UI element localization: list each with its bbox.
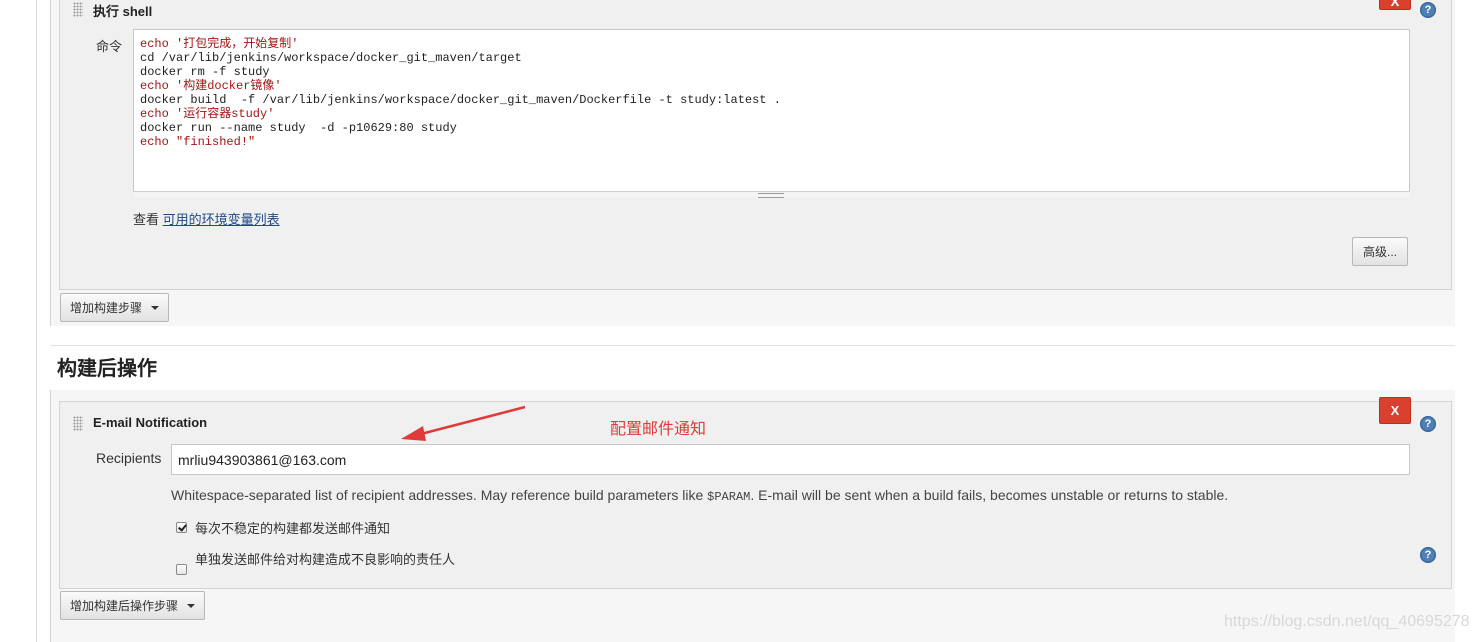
env-vars-hint: 查看 可用的环境变量列表 (133, 209, 280, 228)
help-icon-glyph: ? (1424, 4, 1432, 16)
page-gutter-line (36, 0, 37, 642)
post-build-heading: 构建后操作 (57, 358, 157, 380)
recipients-value: mrliu943903861@163.com (178, 451, 347, 468)
env-vars-prefix: 查看 (133, 212, 163, 227)
drag-handle-icon[interactable] (73, 416, 83, 431)
recipients-label: Recipients (96, 450, 162, 466)
build-section-border (50, 0, 51, 326)
command-label: 命令 (96, 39, 123, 54)
checkbox-help-glyph: ? (1424, 549, 1432, 561)
send-individuals-checkbox[interactable] (176, 564, 187, 575)
recipients-hint: Whitespace-separated list of recipient a… (171, 487, 1228, 504)
recipients-input[interactable]: mrliu943903861@163.com (171, 444, 1410, 475)
command-textarea[interactable]: echo '打包完成，开始复制' cd /var/lib/jenkins/work… (133, 29, 1410, 197)
watermark: https://blog.csdn.net/qq_40695278 (1224, 613, 1470, 630)
chevron-down-icon (151, 305, 159, 310)
delete-step-label: X (1390, 0, 1400, 9)
add-build-step-label: 增加构建步骤 (69, 301, 142, 315)
command-line: echo "finished!" (140, 135, 256, 149)
command-line: echo '构建docker镜像' (140, 79, 282, 93)
env-vars-link[interactable]: 可用的环境变量列表 (163, 212, 280, 227)
command-line: cd /var/lib/jenkins/workspace/docker_git… (140, 51, 522, 65)
annotation-arrow (401, 405, 526, 441)
help-icon[interactable]: ? (1420, 2, 1436, 18)
email-step-title: E-mail Notification (93, 415, 208, 430)
command-line: docker rm -f study (140, 65, 270, 79)
section-divider (50, 345, 1455, 346)
add-post-build-step-button[interactable]: 增加构建后操作步骤 (60, 591, 205, 620)
checkbox-help-icon[interactable]: ? (1420, 547, 1436, 563)
email-help-icon[interactable]: ? (1420, 416, 1436, 432)
chevron-down-icon (187, 603, 195, 608)
resize-grip-icon[interactable] (758, 193, 784, 198)
add-build-step-button[interactable]: 增加构建步骤 (60, 293, 169, 322)
send-individuals-label: 单独发送邮件给对构建造成不良影响的责任人 (195, 552, 456, 567)
post-build-section-border (50, 390, 51, 642)
command-line: echo '打包完成，开始复制' (140, 37, 299, 51)
step-title: 执行 shell (93, 4, 153, 19)
add-post-build-label: 增加构建后操作步骤 (69, 599, 178, 613)
command-line: docker build -f /var/lib/jenkins/workspa… (140, 93, 781, 107)
advanced-button[interactable]: 高级... (1352, 237, 1408, 266)
hint-text-before: Whitespace-separated list of recipient a… (171, 487, 708, 503)
hint-param: $PARAM (707, 490, 751, 504)
drag-handle-icon[interactable] (73, 2, 83, 17)
command-line: echo '运行容器study' (140, 107, 275, 121)
command-line: docker run --name study -d -p10629:80 st… (140, 121, 457, 135)
send-every-unstable-checkbox[interactable] (176, 522, 187, 533)
delete-step-button[interactable]: X (1379, 0, 1411, 10)
send-every-unstable-label: 每次不稳定的构建都发送邮件通知 (195, 521, 391, 536)
hint-text-after: . E-mail will be sent when a build fails… (750, 487, 1229, 503)
delete-email-step-button[interactable]: X (1379, 397, 1411, 424)
email-help-glyph: ? (1424, 418, 1432, 430)
annotation-text: 配置邮件通知 (610, 421, 707, 438)
